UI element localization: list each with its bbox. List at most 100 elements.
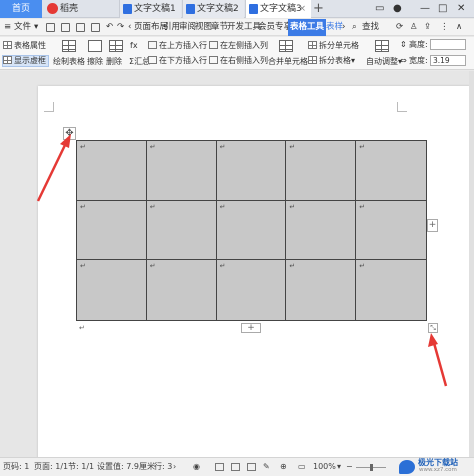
menu-references[interactable]: 引用 [163, 19, 180, 36]
writer-doc-icon [249, 4, 258, 14]
status-setting: 设置值: 7.9厘米 [97, 462, 155, 471]
tab-doc1[interactable]: 文字文稿1 [119, 0, 181, 18]
annotation-overlay [36, 134, 448, 387]
show-gridlines-label: 显示虚框 [14, 56, 46, 65]
dropdown-chevron-icon[interactable]: ▾ [34, 19, 38, 36]
zoom-chevron-icon[interactable]: ▾ [337, 458, 341, 476]
split-table-button[interactable]: 拆分表格▾ [308, 56, 355, 66]
menu-scroll-right-icon[interactable]: › [342, 19, 345, 36]
tab-doc2[interactable]: 文字文稿2 [182, 0, 244, 18]
eye-protection-icon[interactable]: ◉ [193, 458, 200, 476]
width-input[interactable]: 3.19 [430, 55, 466, 66]
hamburger-icon[interactable]: ≡ [4, 19, 11, 36]
collapse-ribbon-icon[interactable]: ∧ [456, 19, 462, 36]
split-table-label: 拆分表格 [319, 56, 351, 65]
write-mode-icon[interactable]: ✎ [263, 458, 270, 476]
insert-right-button[interactable]: 在右侧插入列 [209, 56, 268, 66]
collab-icon[interactable]: ♙ [410, 19, 418, 36]
maximize-icon[interactable]: □ [438, 0, 447, 18]
menu-bar: ≡ 文件 ▾ ↶ ↷ ‹ 页面布局 引用 审阅 视图 章节 开发工具 会员专享 … [0, 19, 474, 36]
close-tab-icon[interactable]: × [298, 0, 306, 18]
zoom-out-icon[interactable]: − [346, 458, 353, 476]
insert-below-button[interactable]: 在下方插入行 [148, 56, 207, 66]
zoom-slider-knob[interactable] [370, 464, 373, 471]
menu-review[interactable]: 审阅 [179, 19, 196, 36]
zoom-value[interactable]: 100% [313, 458, 336, 476]
auto-adjust-button[interactable]: 自动调整▾ [366, 57, 402, 67]
tab-daoke[interactable]: 稻壳 [44, 0, 110, 18]
document-area: ✥ ↵ ↵ ↵ ↵ ↵ ↵ ↵ ↵ ↵ ↵ ↵ ↵ ↵ ↵ ↵ + + ⤡ ↵ [0, 71, 474, 457]
user-avatar[interactable]: ● [393, 0, 402, 18]
insert-row-above-icon [148, 41, 157, 49]
tab-list-icon[interactable]: ▭ [375, 0, 384, 18]
print-icon[interactable] [76, 23, 85, 32]
search-icon[interactable]: ⌕ [352, 19, 357, 36]
writer-doc-icon [123, 4, 132, 14]
status-row: 行: 3 [154, 462, 173, 471]
erase-button[interactable]: 擦除 [87, 57, 103, 67]
insert-col-right-icon [209, 56, 218, 64]
delete-button[interactable]: 删除 [106, 57, 122, 67]
insert-above-button[interactable]: 在上方插入行 [148, 41, 207, 51]
close-window-icon[interactable]: ✕ [457, 0, 465, 18]
auto-adjust-icon [375, 40, 389, 52]
insert-left-button[interactable]: 在左侧插入列 [209, 41, 268, 51]
menu-member[interactable]: 会员专享 [258, 19, 292, 36]
watermark-url: www.xz7.com [419, 467, 457, 473]
insert-left-label: 在左侧插入列 [220, 41, 268, 50]
height-input[interactable] [430, 39, 466, 50]
show-gridlines-button[interactable]: 显示虚框 [2, 55, 49, 67]
outline-view-icon[interactable] [231, 463, 240, 471]
summary-button[interactable]: Σ汇总 [129, 57, 150, 67]
search-label[interactable]: 查找 [362, 19, 379, 36]
split-cells-button[interactable]: 拆分单元格 [308, 41, 359, 51]
merge-cells-icon [279, 40, 293, 52]
share-icon[interactable]: ⇪ [424, 19, 431, 36]
more-options-icon[interactable]: ⋮ [440, 19, 449, 36]
page-view-icon[interactable] [215, 463, 224, 471]
split-table-icon [308, 56, 317, 64]
red-arrow-right [428, 333, 448, 387]
draw-table-icon [62, 40, 76, 52]
menu-section[interactable]: 章节 [211, 19, 228, 36]
menu-view[interactable]: 视图 [195, 19, 212, 36]
status-chevron-icon[interactable]: › [173, 458, 176, 476]
width-label: 宽度: [409, 56, 428, 65]
status-section: 节: 1/1 [68, 462, 95, 471]
auto-adjust-label: 自动调整 [366, 57, 398, 66]
status-page: 页面: 1/1 [34, 462, 69, 471]
vertical-scrollbar[interactable] [469, 71, 474, 457]
insert-row-below-icon [148, 56, 157, 64]
redo-icon[interactable]: ↷ [117, 19, 124, 36]
split-table-chevron-icon: ▾ [351, 56, 356, 65]
tab-doc1-label: 文字文稿1 [134, 4, 176, 14]
ribbon-table-tools: 表格属性 显示虚框 绘制表格 擦除 删除 fx Σ汇总 在上方插入行 在下方插入… [0, 37, 474, 70]
save-icon[interactable] [46, 23, 55, 32]
menu-table-tools[interactable]: 表格工具 [288, 19, 327, 36]
sync-icon[interactable]: ⟳ [396, 19, 403, 36]
web-view-icon[interactable] [247, 463, 256, 471]
menu-dev-tools[interactable]: 开发工具 [227, 19, 261, 36]
undo-icon[interactable]: ↶ [106, 19, 113, 36]
insert-above-label: 在上方插入行 [159, 41, 207, 50]
export-pdf-icon[interactable] [61, 23, 70, 32]
tab-home[interactable]: 首页 [0, 0, 42, 18]
zoom-dropdown-icon[interactable]: ▭ [298, 458, 306, 476]
tab-doc3-label: 文字文稿3 [260, 4, 302, 14]
tab-daoke-label: 稻壳 [60, 4, 79, 14]
col-width-icon: ⇔ [400, 56, 407, 65]
table-props-button[interactable]: 表格属性 [3, 41, 46, 51]
merge-cells-button[interactable]: 合并单元格 [268, 57, 308, 67]
read-mode-icon[interactable]: ⊕ [280, 458, 287, 476]
tab-doc3[interactable]: 文字文稿3 × [245, 0, 311, 18]
eraser-icon [88, 40, 102, 52]
menu-table-style[interactable]: 表样 [326, 19, 343, 36]
print-preview-icon[interactable] [91, 23, 100, 32]
row-height-icon: ⇕ [400, 40, 407, 49]
menu-more-icon[interactable]: ‹ [128, 19, 131, 36]
minimize-icon[interactable]: — [420, 0, 430, 18]
draw-table-button[interactable]: 绘制表格 [53, 57, 85, 67]
file-menu[interactable]: 文件 [14, 19, 31, 36]
new-tab-plus-icon[interactable]: + [313, 0, 324, 17]
formula-icon[interactable]: fx [130, 41, 138, 51]
